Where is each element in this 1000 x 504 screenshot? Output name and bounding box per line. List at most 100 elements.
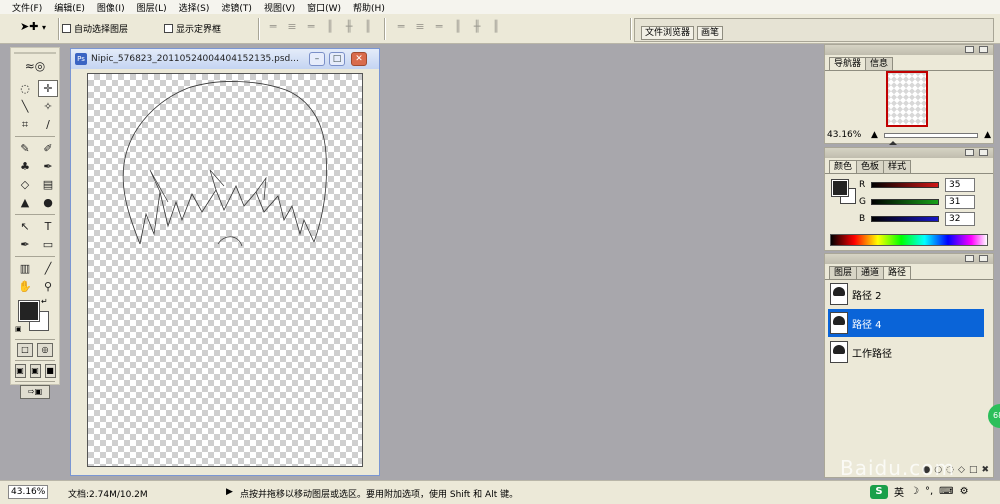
zoom-level-input[interactable]: 43.16% <box>8 485 48 499</box>
moon-icon[interactable]: ☽ <box>910 486 919 497</box>
panel-header[interactable] <box>825 148 993 158</box>
align-top-icon[interactable]: ═ <box>266 21 280 33</box>
healing-brush-tool-icon[interactable]: ✎ <box>15 140 35 157</box>
foreground-color-swatch[interactable] <box>18 300 40 322</box>
standard-mode-icon[interactable]: □ <box>17 343 33 357</box>
red-channel-slider[interactable] <box>871 182 939 188</box>
dodge-tool-icon[interactable]: ● <box>38 194 58 211</box>
photoshop-logo-icon[interactable]: ≈◎ <box>15 59 55 77</box>
new-path-icon[interactable]: □ <box>969 465 978 475</box>
zoom-out-icon[interactable]: ▲ <box>871 130 878 140</box>
align-hcenter-icon[interactable]: ╫ <box>342 21 356 33</box>
zoom-in-icon[interactable]: ▲ <box>984 130 991 140</box>
distribute-right-icon[interactable]: ║ <box>489 21 503 33</box>
path-item[interactable]: 路径 2 <box>828 280 984 308</box>
menu-select[interactable]: 选择(S) <box>179 1 210 14</box>
full-screen-menu-mode-icon[interactable]: ▣ <box>29 364 41 378</box>
toolbox-grip[interactable] <box>14 50 56 56</box>
path-selection-tool-icon[interactable]: ↖ <box>15 218 35 235</box>
trash-icon[interactable]: ✖ <box>981 465 989 475</box>
eyedropper-tool-icon[interactable]: ╱ <box>38 260 58 277</box>
pen-tool-icon[interactable]: ✒ <box>15 236 35 253</box>
history-brush-tool-icon[interactable]: ✒ <box>38 158 58 175</box>
navigator-zoom-value[interactable]: 43.16% <box>827 130 871 140</box>
foreground-color-swatch[interactable] <box>831 179 849 197</box>
panel-close-button[interactable] <box>979 149 988 156</box>
align-vcenter-icon[interactable]: ≡ <box>285 21 299 33</box>
default-colors-icon[interactable]: ▣ <box>15 325 22 333</box>
menu-file[interactable]: 文件(F) <box>12 1 42 14</box>
standard-screen-mode-icon[interactable]: ▣ <box>14 364 26 378</box>
lasso-tool-icon[interactable]: ╲ <box>15 98 35 115</box>
quick-mask-mode-icon[interactable]: ◎ <box>37 343 53 357</box>
distribute-hcenter-icon[interactable]: ╫ <box>470 21 484 33</box>
tab-layers[interactable]: 图层 <box>829 266 858 279</box>
settings-icon[interactable]: ⚙ <box>960 486 969 497</box>
panel-minimize-button[interactable] <box>965 149 974 156</box>
magic-wand-tool-icon[interactable]: ✧ <box>38 98 58 115</box>
tab-channels[interactable]: 通道 <box>856 266 885 279</box>
tool-preset-picker[interactable]: ➤✚ ▾ <box>20 20 54 36</box>
panel-close-button[interactable] <box>979 46 988 53</box>
menu-edit[interactable]: 编辑(E) <box>54 1 85 14</box>
menu-image[interactable]: 图像(I) <box>97 1 125 14</box>
tab-file-browser[interactable]: 文件浏览器 <box>641 26 695 40</box>
tab-brushes[interactable]: 画笔 <box>697 26 724 40</box>
menu-help[interactable]: 帮助(H) <box>353 1 385 14</box>
jump-to-imageready-icon[interactable]: ⇨▣ <box>20 385 50 399</box>
punctuation-icon[interactable]: °, <box>925 486 933 497</box>
tab-color[interactable]: 颜色 <box>829 160 858 173</box>
crop-tool-icon[interactable]: ⌗ <box>15 116 35 133</box>
tab-info[interactable]: 信息 <box>865 57 894 70</box>
tab-swatches[interactable]: 色板 <box>856 160 885 173</box>
maximize-button[interactable]: □ <box>329 52 345 66</box>
path-item-selected[interactable]: 路径 4 <box>828 309 984 337</box>
hand-tool-icon[interactable]: ✋ <box>15 278 35 295</box>
keyboard-icon[interactable]: ⌨ <box>939 486 953 497</box>
slice-tool-icon[interactable]: ∕ <box>38 116 58 133</box>
color-ramp[interactable] <box>830 234 988 246</box>
clone-stamp-tool-icon[interactable]: ♣ <box>15 158 35 175</box>
shape-tool-icon[interactable]: ▭ <box>38 236 58 253</box>
status-menu-arrow-icon[interactable]: ▶ <box>226 487 233 497</box>
distribute-bottom-icon[interactable]: ═ <box>432 21 446 33</box>
distribute-vcenter-icon[interactable]: ≡ <box>413 21 427 33</box>
gradient-tool-icon[interactable]: ▤ <box>38 176 58 193</box>
zoom-slider[interactable] <box>883 132 979 145</box>
brush-tool-icon[interactable]: ✐ <box>38 140 58 157</box>
document-title-bar[interactable]: Ps Nipic_576823_20110524004404152135.psd… <box>71 49 379 69</box>
panel-header[interactable] <box>825 45 993 55</box>
zoom-tool-icon[interactable]: ⚲ <box>38 278 58 295</box>
align-bottom-icon[interactable]: ═ <box>304 21 318 33</box>
move-tool-icon[interactable]: ✛ <box>38 80 58 97</box>
document-info[interactable]: 文档:2.74M/10.2M <box>68 487 148 500</box>
tab-paths[interactable]: 路径 <box>883 266 912 279</box>
panel-minimize-button[interactable] <box>965 46 974 53</box>
full-screen-mode-icon[interactable]: ■ <box>44 364 56 378</box>
menu-window[interactable]: 窗口(W) <box>307 1 341 14</box>
panel-header[interactable] <box>825 254 993 264</box>
ime-language[interactable]: 英 <box>894 484 904 499</box>
path-item[interactable]: 工作路径 <box>828 338 984 366</box>
make-work-path-icon[interactable]: ◇ <box>958 465 965 475</box>
image-canvas[interactable] <box>87 73 363 467</box>
distribute-left-icon[interactable]: ║ <box>451 21 465 33</box>
auto-select-layer-checkbox[interactable]: 自动选择图层 <box>62 22 128 35</box>
type-tool-icon[interactable]: T <box>38 218 58 235</box>
menu-filter[interactable]: 滤镜(T) <box>221 1 252 14</box>
green-channel-slider[interactable] <box>871 199 939 205</box>
panel-close-button[interactable] <box>979 255 988 262</box>
align-left-icon[interactable]: ║ <box>323 21 337 33</box>
tab-styles[interactable]: 样式 <box>883 160 912 173</box>
red-value-input[interactable]: 35 <box>945 178 975 192</box>
panel-minimize-button[interactable] <box>965 255 974 262</box>
notes-tool-icon[interactable]: ▥ <box>15 260 35 277</box>
close-button[interactable]: ✕ <box>351 52 367 66</box>
blue-channel-slider[interactable] <box>871 216 939 222</box>
navigator-thumbnail[interactable] <box>886 71 928 127</box>
blur-tool-icon[interactable]: ▲ <box>15 194 35 211</box>
menu-layer[interactable]: 图层(L) <box>137 1 167 14</box>
green-value-input[interactable]: 31 <box>945 195 975 209</box>
distribute-top-icon[interactable]: ═ <box>394 21 408 33</box>
show-bounding-box-checkbox[interactable]: 显示定界框 <box>164 22 221 35</box>
